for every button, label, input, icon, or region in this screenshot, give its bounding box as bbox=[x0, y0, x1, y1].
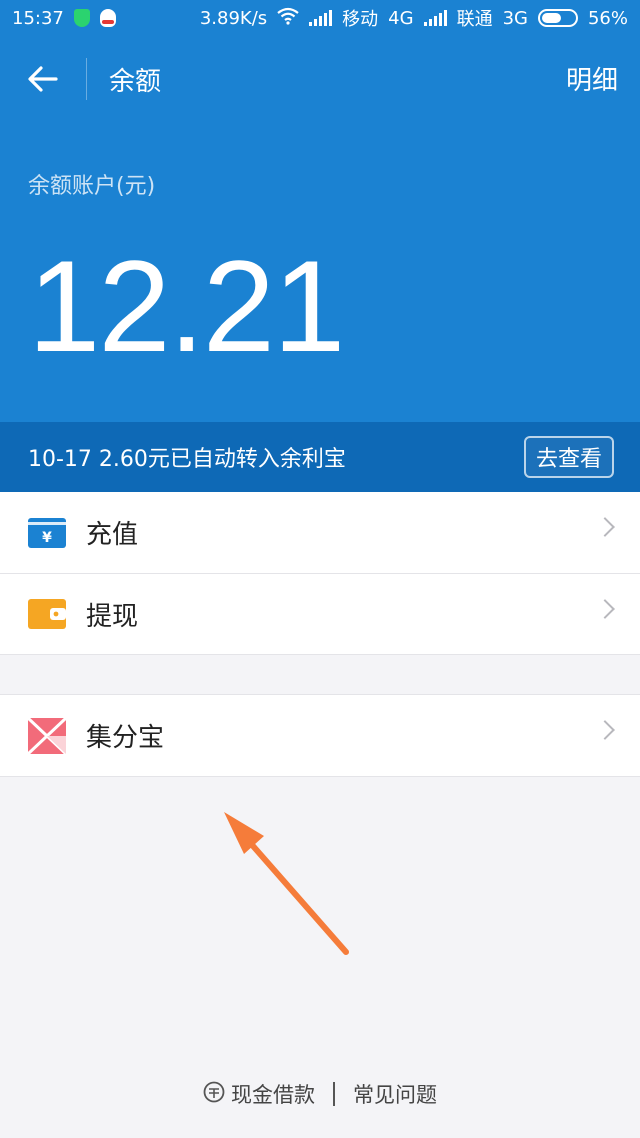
cash-loan-label: 现金借款 bbox=[231, 1083, 315, 1107]
cash-loan-link[interactable]: 现金借款 bbox=[203, 1079, 315, 1109]
faq-link[interactable]: 常见问题 bbox=[353, 1079, 437, 1109]
annotation-arrow-icon bbox=[224, 812, 349, 955]
footer-divider bbox=[333, 1082, 335, 1106]
footer-links: 现金借款 常见问题 bbox=[0, 1076, 640, 1112]
cash-loan-icon bbox=[203, 1081, 225, 1108]
